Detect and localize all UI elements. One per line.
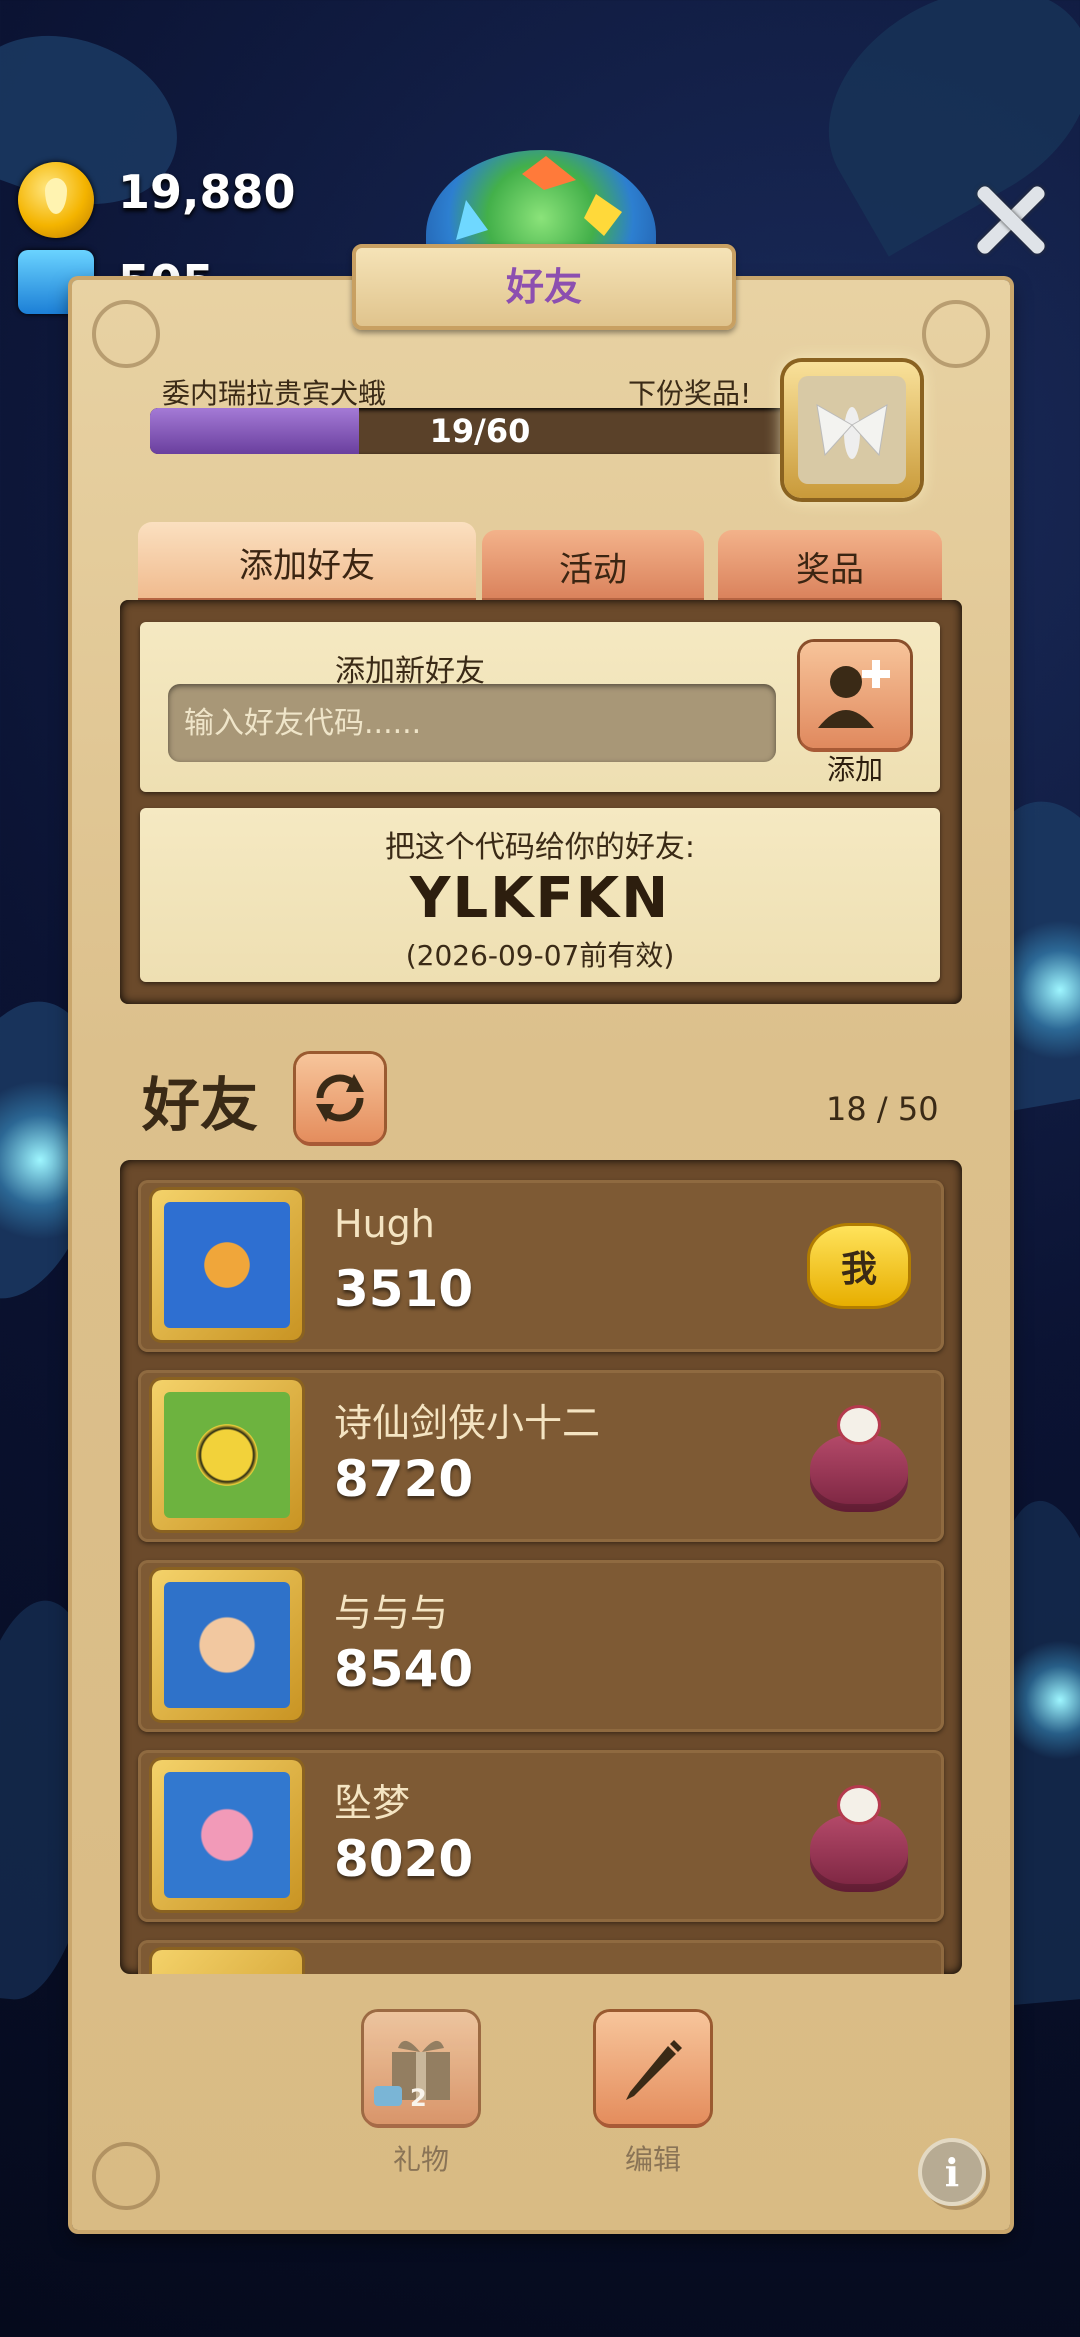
friend-name: 坠梦 — [334, 1781, 411, 1825]
code-valid-date: (2026-09-07前有效) — [405, 939, 675, 972]
friend-count: 18 / 50 — [826, 1090, 939, 1128]
add-person-icon — [818, 660, 890, 728]
friend-code-input[interactable] — [168, 684, 776, 762]
friend-score: 8540 — [334, 1640, 474, 1698]
gift-bag-icon[interactable] — [804, 1404, 914, 1514]
friend-row[interactable]: 坠梦 8020 — [138, 1750, 944, 1922]
progress-text: 19/60 — [429, 412, 531, 450]
gift-count: 2 — [410, 2084, 427, 2112]
friend-row[interactable]: Hugh 3510 我 — [138, 1180, 944, 1352]
friend-score: 8020 — [334, 1830, 474, 1888]
friend-code: YLKFKN — [409, 866, 671, 931]
friends-title: 好友 — [142, 1071, 259, 1139]
me-badge: 我 — [810, 1226, 908, 1306]
gift-bag-icon[interactable] — [804, 1784, 914, 1894]
avatar — [152, 1380, 302, 1530]
tab-rewards[interactable]: 奖品 — [718, 530, 942, 602]
gift-button[interactable]: 2 — [364, 2012, 478, 2124]
title-banner: 好友 — [352, 244, 736, 330]
progress-label: 委内瑞拉贵宾犬蛾 — [162, 377, 387, 410]
friend-row[interactable] — [138, 1940, 944, 1974]
info-icon[interactable]: i — [922, 2142, 982, 2202]
avatar — [152, 1760, 302, 1910]
next-reward-label: 下份奖品! — [628, 377, 752, 410]
tab-add-friend[interactable]: 添加好友 — [138, 522, 476, 602]
moth-icon — [798, 376, 906, 484]
page-title: 好友 — [505, 265, 582, 309]
refresh-button[interactable] — [296, 1054, 384, 1142]
coin-icon — [18, 162, 94, 238]
friend-score: 3510 — [334, 1260, 474, 1318]
refresh-icon — [316, 1074, 364, 1122]
pencil-icon — [626, 2040, 682, 2100]
friends-list: Hugh 3510 我 诗仙剑侠小十二 8720 与与与 8540 坠梦 802… — [120, 1160, 962, 1974]
coin-amount: 19,880 — [118, 165, 296, 219]
tab-events[interactable]: 活动 — [482, 530, 704, 602]
avatar — [152, 1950, 302, 1974]
reward-moth-frame[interactable] — [784, 362, 920, 498]
close-icon[interactable] — [970, 180, 1050, 260]
friend-row[interactable]: 诗仙剑侠小十二 8720 — [138, 1370, 944, 1542]
edit-label: 编辑 — [624, 2143, 681, 2176]
edit-button[interactable] — [596, 2012, 710, 2124]
friend-name: 诗仙剑侠小十二 — [334, 1401, 601, 1445]
friend-name: 与与与 — [334, 1591, 449, 1635]
avatar — [152, 1190, 302, 1340]
friend-row[interactable]: 与与与 8540 — [138, 1560, 944, 1732]
friend-name: Hugh — [334, 1202, 435, 1246]
progress-bar: 19/60 — [150, 408, 810, 454]
add-button-label: 添加 — [826, 753, 883, 786]
share-code-title: 把这个代码给你的好友: — [384, 830, 696, 865]
avatar — [152, 1570, 302, 1720]
friend-score: 8720 — [334, 1450, 474, 1508]
add-friend-button[interactable] — [800, 642, 910, 748]
gift-label: 礼物 — [392, 2143, 449, 2176]
